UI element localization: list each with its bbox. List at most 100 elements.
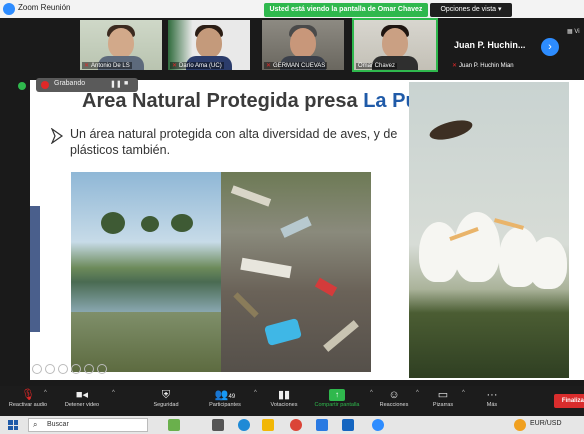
chevron-up-icon[interactable]: ^ bbox=[254, 390, 257, 396]
title-bar: Zoom Reunión Usted está viendo la pantal… bbox=[0, 0, 584, 18]
participant-tile[interactable]: Omar Chavez bbox=[352, 18, 438, 72]
chevron-down-icon: ▾ bbox=[498, 6, 502, 13]
participant-tile[interactable]: ✕ Antonio De LS bbox=[80, 20, 162, 70]
taskbar-search-input[interactable]: ⌕ Buscar bbox=[28, 418, 148, 432]
tree-shape bbox=[101, 212, 125, 234]
next-page-button[interactable]: › bbox=[541, 38, 559, 56]
participant-avatar bbox=[108, 28, 134, 58]
slide-control-icon[interactable] bbox=[58, 364, 68, 374]
end-meeting-button[interactable]: Finalizar bbox=[554, 394, 584, 408]
chevron-up-icon[interactable]: ^ bbox=[112, 390, 115, 396]
tree-shape bbox=[141, 216, 159, 232]
share-screen-icon: ↑ bbox=[329, 389, 345, 401]
os-taskbar: ⌕ Buscar EUR/USD bbox=[0, 416, 584, 434]
zoom-logo-icon bbox=[3, 3, 15, 15]
chevron-up-icon[interactable]: ^ bbox=[416, 390, 419, 396]
participant-name: Omar Chavez bbox=[356, 63, 398, 69]
chevron-right-icon: › bbox=[548, 41, 552, 53]
zoom-app-icon[interactable] bbox=[372, 419, 384, 431]
stop-video-button[interactable]: ■◂ Detener video ^ bbox=[58, 388, 115, 408]
mic-muted-icon: ✕ bbox=[452, 63, 458, 69]
video-icon: ■◂ bbox=[75, 389, 89, 401]
participant-tile[interactable]: ✕ GERMAN CUEVAS bbox=[262, 20, 344, 70]
pelican-shape bbox=[454, 212, 500, 282]
slide-control-icon[interactable] bbox=[97, 364, 107, 374]
participant-avatar bbox=[196, 28, 222, 58]
slide-control-icon[interactable] bbox=[84, 364, 94, 374]
record-dot-icon bbox=[41, 81, 49, 89]
pelican-shape bbox=[419, 222, 459, 282]
flying-bird-shape bbox=[427, 116, 475, 144]
shared-screen: Área Natural Protegida presa La Purísima… bbox=[0, 74, 584, 386]
unmute-button[interactable]: 🎙 Reactivar audio ^ bbox=[8, 388, 48, 408]
recording-indicator[interactable]: Grabando ❚❚ ■ bbox=[36, 78, 138, 92]
shield-icon: ⛨ bbox=[161, 389, 171, 401]
debris-shape bbox=[230, 185, 272, 207]
reactions-button[interactable]: ☺ Reacciones ^ bbox=[374, 388, 419, 408]
currency-icon bbox=[514, 419, 526, 431]
chevron-up-icon[interactable]: ^ bbox=[462, 390, 465, 396]
participants-button[interactable]: 👥49 Participantes ^ bbox=[202, 388, 257, 408]
participant-display-name: Juan P. Huchin... bbox=[454, 40, 526, 50]
chrome-icon[interactable] bbox=[290, 419, 302, 431]
debris-shape bbox=[280, 216, 312, 238]
slide-title-main: Área Natural Protegida presa bbox=[82, 90, 364, 112]
reactions-icon: ☺ bbox=[388, 389, 400, 401]
tree-shape bbox=[171, 214, 193, 232]
pause-icon[interactable]: ❚❚ bbox=[110, 80, 122, 88]
shore-shape bbox=[71, 312, 221, 372]
plastic-waste-photo bbox=[221, 172, 371, 372]
view-options-label: Opciones de vista bbox=[440, 6, 497, 13]
participant-name: ✕ Juan P. Huchin Mian bbox=[452, 63, 514, 69]
file-explorer-icon[interactable] bbox=[262, 419, 274, 431]
stop-icon[interactable]: ■ bbox=[124, 80, 128, 87]
search-placeholder: Buscar bbox=[47, 421, 69, 428]
currency-label: EUR/USD bbox=[530, 420, 562, 427]
share-banner: Usted está viendo la pantalla de Omar Ch… bbox=[264, 3, 428, 17]
view-options-button[interactable]: Opciones de vista ▾ bbox=[430, 3, 512, 17]
debris-shape bbox=[263, 317, 303, 347]
mic-muted-icon: ✕ bbox=[266, 63, 272, 69]
recording-label: Grabando bbox=[54, 80, 86, 87]
polls-button[interactable]: ▮▮ Votaciones bbox=[264, 388, 304, 408]
edge-browser-icon[interactable] bbox=[238, 419, 250, 431]
slide-control-icon[interactable] bbox=[32, 364, 42, 374]
meeting-toolbar: 🎙 Reactivar audio ^ ■◂ Detener video ^ ⛨… bbox=[0, 386, 584, 416]
window-title: Zoom Reunión bbox=[18, 3, 71, 12]
mic-muted-icon: 🎙 bbox=[21, 389, 35, 401]
debris-shape bbox=[314, 277, 338, 297]
participant-strip: ✕ Antonio De LS ✕ Darío Ama (UC) ✕ GERMAN C… bbox=[0, 18, 584, 74]
debris-shape bbox=[233, 292, 259, 318]
more-button[interactable]: ··· Más bbox=[480, 388, 504, 408]
share-screen-button[interactable]: ↑ Compartir pantalla ^ bbox=[310, 388, 373, 408]
security-shield-icon bbox=[18, 82, 26, 90]
windows-start-icon[interactable] bbox=[8, 420, 18, 430]
mail-icon[interactable] bbox=[342, 419, 354, 431]
poll-icon: ▮▮ bbox=[277, 389, 291, 401]
task-view-icon[interactable] bbox=[212, 419, 224, 431]
store-icon[interactable] bbox=[316, 419, 328, 431]
people-icon: 👥49 bbox=[214, 389, 236, 401]
participant-name: ✕ GERMAN CUEVAS bbox=[264, 62, 328, 69]
more-icon: ··· bbox=[486, 389, 498, 401]
slide-bullet-text: Un área natural protegida con alta diver… bbox=[70, 127, 398, 157]
security-button[interactable]: ⛨ Seguridad bbox=[146, 388, 186, 408]
slide-control-icon[interactable] bbox=[45, 364, 55, 374]
search-icon: ⌕ bbox=[33, 420, 38, 429]
slide-control-icon[interactable] bbox=[71, 364, 81, 374]
slide-accent-bar bbox=[30, 206, 40, 332]
chevron-up-icon[interactable]: ^ bbox=[370, 390, 373, 396]
view-control[interactable]: ▦ Vi bbox=[567, 28, 580, 35]
presentation-slide: Área Natural Protegida presa La Purísima… bbox=[30, 80, 584, 380]
participant-tile[interactable]: ✕ Darío Ama (UC) bbox=[168, 20, 250, 70]
participant-count: 49 bbox=[228, 394, 236, 400]
pelicans-photo bbox=[409, 82, 569, 378]
mic-muted-icon: ✕ bbox=[84, 63, 90, 69]
participant-tile[interactable]: Juan P. Huchin... ✕ Juan P. Huchin Mian bbox=[450, 20, 532, 70]
pelican-shape bbox=[529, 237, 567, 289]
participant-avatar bbox=[290, 28, 316, 58]
chevron-up-icon[interactable]: ^ bbox=[44, 390, 47, 396]
weather-icon[interactable] bbox=[168, 419, 180, 431]
whiteboard-icon: ▭ bbox=[437, 389, 449, 401]
whiteboards-button[interactable]: ▭ Pizarras ^ bbox=[428, 388, 465, 408]
